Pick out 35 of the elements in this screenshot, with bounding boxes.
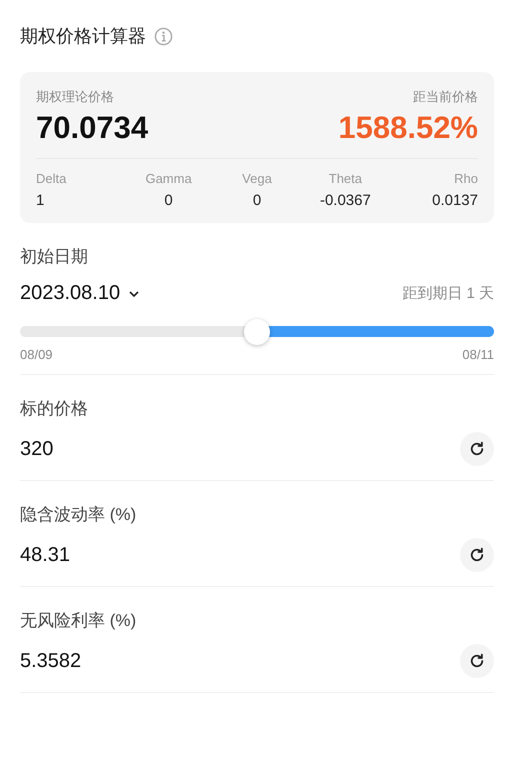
greek-name: Delta [36, 171, 66, 186]
refresh-icon [468, 546, 486, 564]
slider-min-label: 08/09 [20, 347, 53, 362]
field-value[interactable]: 5.3582 [20, 650, 82, 672]
chevron-down-icon [128, 290, 140, 298]
date-dropdown[interactable]: 2023.08.10 [20, 282, 140, 305]
page-title: 期权价格计算器 [20, 25, 146, 48]
reset-button[interactable] [460, 538, 494, 572]
greek-name: Gamma [145, 171, 192, 186]
field-value[interactable]: 48.31 [20, 544, 70, 566]
field-label: 无风险利率 (%) [20, 610, 138, 632]
reset-button[interactable] [460, 432, 494, 466]
greek-name: Rho [454, 171, 478, 186]
greek-value: 0.0137 [432, 192, 478, 209]
refresh-icon [468, 652, 486, 670]
field-label: 隐含波动率 (%) [20, 504, 138, 526]
greek-value: 0 [164, 192, 173, 209]
date-slider[interactable] [20, 319, 494, 345]
greek-value: 0 [252, 192, 262, 209]
refresh-icon [468, 440, 486, 458]
slider-thumb[interactable] [244, 319, 270, 345]
greek-value: 1 [36, 192, 44, 209]
reset-button[interactable] [460, 644, 494, 678]
price-label: 期权理论价格 [36, 88, 114, 106]
field-label: 初始日期 [20, 247, 88, 266]
greek-value: -0.0367 [320, 192, 371, 209]
price-change: 1588.52% [338, 110, 478, 146]
slider-max-label: 08/11 [462, 347, 494, 362]
option-price: 70.0734 [36, 110, 148, 146]
field-label: 标的价格 [20, 398, 89, 420]
greek-name: Vega [242, 171, 272, 186]
greek-name: Theta [328, 171, 362, 186]
field-value[interactable]: 320 [20, 438, 54, 460]
change-label: 距当前价格 [413, 88, 478, 106]
days-to-expiry: 距到期日 1 天 [402, 284, 494, 303]
